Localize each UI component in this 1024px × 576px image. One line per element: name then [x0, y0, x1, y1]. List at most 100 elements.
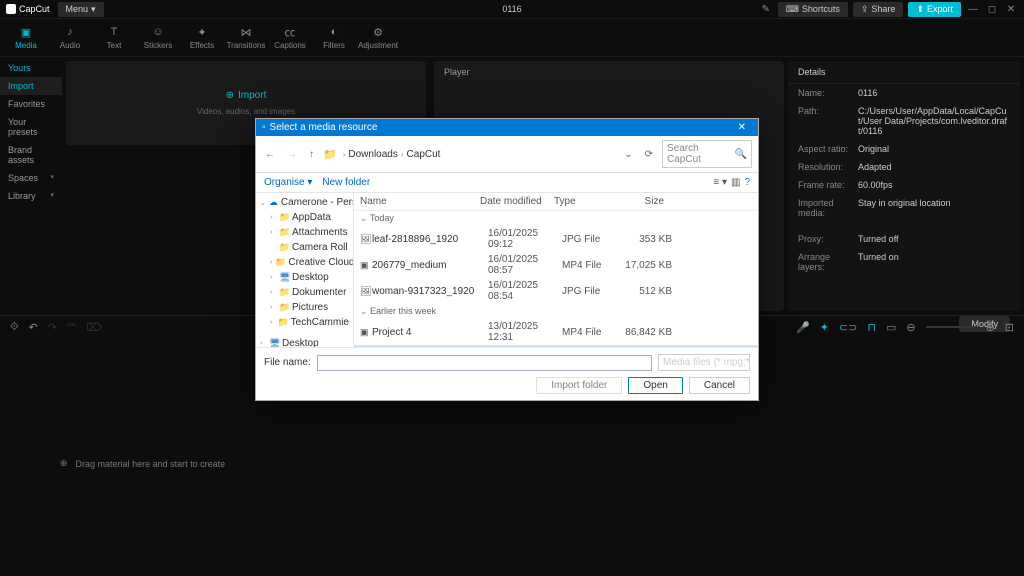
search-input[interactable]: Search CapCut🔍 [662, 140, 752, 168]
link-icon[interactable]: ⊂⊃ [839, 321, 857, 334]
title-bar: CapCut Menu ▾ 0116 ✎ ⌨ Shortcuts ⇪ Share… [0, 0, 1024, 19]
file-row[interactable]: ▣011313/01/2025 11:47MP4 File42,413 KB [354, 345, 758, 347]
preview-button[interactable]: ▥ [731, 177, 740, 188]
tree-node[interactable]: ›📁Creative Cloud Files [256, 255, 353, 270]
tool-stickers[interactable]: ☺Stickers [136, 23, 180, 52]
tool-adjustment[interactable]: ⚙Adjustment [356, 23, 400, 52]
undo-icon[interactable]: ↶ [29, 321, 38, 334]
folder-tree[interactable]: ⌄☁Camerone - Personal›📁AppData›📁Attachme… [256, 193, 354, 347]
tool-captions[interactable]: ㏄Captions [268, 23, 312, 52]
redo-icon[interactable]: ↷ [48, 321, 57, 334]
help-icon[interactable]: ? [744, 177, 750, 188]
export-button[interactable]: ⬆ Export [908, 2, 961, 17]
snap-icon[interactable]: ✦ [820, 321, 829, 334]
view-button[interactable]: ≡ ▾ [713, 177, 727, 188]
split-icon[interactable]: ⎃ [67, 321, 76, 334]
dialog-titlebar: ▫ Select a media resource ✕ [256, 119, 758, 136]
delete-icon[interactable]: ⌦ [86, 321, 102, 334]
plus-icon: ⊕ [60, 458, 68, 469]
stickers-icon: ☺ [151, 25, 165, 39]
feedback-icon[interactable]: ✎ [759, 4, 773, 15]
tree-node[interactable]: ›🖥Desktop [256, 336, 353, 347]
tab-yours[interactable]: Yours [0, 59, 62, 77]
project-title: 0116 [502, 4, 521, 14]
file-dialog: ▫ Select a media resource ✕ ← → ↑ 📁 ›Dow… [255, 118, 759, 401]
details-title: Details [788, 61, 1020, 84]
player-title: Player [434, 61, 784, 83]
tool-audio[interactable]: ♪Audio [48, 23, 92, 52]
app-logo: CapCut [6, 4, 50, 14]
search-icon: 🔍 [735, 149, 747, 160]
audio-icon: ♪ [63, 25, 77, 39]
tab-spaces[interactable]: Spaces▾ [0, 169, 62, 187]
magnet-icon[interactable]: ⊓ [867, 321, 876, 334]
file-row[interactable]: ▣Project 413/01/2025 12:31MP4 File86,842… [354, 319, 758, 345]
filename-input[interactable] [317, 355, 652, 371]
tool-text[interactable]: TText [92, 23, 136, 52]
tool-effects[interactable]: ✦Effects [180, 23, 224, 52]
nav-back-button[interactable]: ← [262, 149, 278, 160]
zoom-out-icon[interactable]: ⊖ [906, 321, 915, 334]
tree-node[interactable]: ›🖥Desktop [256, 270, 353, 285]
file-row[interactable]: 🖼woman-9317323_192016/01/2025 08:54JPG F… [354, 278, 758, 304]
list-group[interactable]: Earlier this week [354, 304, 758, 319]
details-panel: Details Name:0116 Path:C:/Users/User/App… [788, 61, 1020, 311]
tab-presets[interactable]: Your presets [0, 113, 62, 141]
tree-node[interactable]: ›📁Pictures [256, 300, 353, 315]
file-row[interactable]: 🖼leaf-2818896_192016/01/2025 09:12JPG Fi… [354, 226, 758, 252]
mic-icon[interactable]: 🎤 [796, 321, 810, 334]
dialog-close-button[interactable]: ✕ [732, 122, 752, 133]
maximize-button[interactable]: ◻ [985, 4, 999, 15]
transitions-icon: ⋈ [239, 25, 253, 39]
open-button[interactable]: Open [628, 377, 682, 394]
tree-node[interactable]: ›📁Attachments [256, 225, 353, 240]
text-icon: T [107, 25, 121, 39]
file-row[interactable]: ▣206779_medium16/01/2025 08:57MP4 File17… [354, 252, 758, 278]
import-folder-button[interactable]: Import folder [536, 377, 622, 394]
list-header[interactable]: Name Date modified Type Size [354, 193, 758, 211]
tool-media[interactable]: ▣Media [4, 23, 48, 52]
zoom-in-icon[interactable]: ⊕ [986, 321, 995, 334]
tab-brand[interactable]: Brand assets [0, 141, 62, 169]
ai-icon[interactable]: ⟐ [10, 321, 19, 334]
timeline-hint: ⊕Drag material here and start to create [20, 458, 1004, 469]
list-group[interactable]: Today [354, 211, 758, 226]
plus-icon: ⊕ [226, 90, 234, 101]
cancel-button[interactable]: Cancel [689, 377, 750, 394]
tree-node[interactable]: ⌄☁Camerone - Personal [256, 195, 353, 210]
tab-favorites[interactable]: Favorites [0, 95, 62, 113]
file-list[interactable]: Name Date modified Type Size Today🖼leaf-… [354, 193, 758, 347]
tree-node[interactable]: ›📁AppData [256, 210, 353, 225]
menu-button[interactable]: Menu ▾ [58, 2, 104, 17]
minimize-button[interactable]: — [966, 4, 980, 15]
import-hint: Videos, audios, and images [197, 107, 295, 116]
adjustment-icon: ⚙ [371, 25, 385, 39]
nav-up-button[interactable]: ↑ [306, 149, 317, 160]
newfolder-button[interactable]: New folder [322, 177, 370, 188]
tree-node[interactable]: ›📁Dokumenter [256, 285, 353, 300]
tool-transitions[interactable]: ⋈Transitions [224, 23, 268, 52]
shortcuts-button[interactable]: ⌨ Shortcuts [778, 2, 848, 17]
tree-node[interactable]: 📁Camera Roll [256, 240, 353, 255]
share-button[interactable]: ⇪ Share [853, 2, 904, 17]
effects-icon: ✦ [195, 25, 209, 39]
captions-icon: ㏄ [283, 25, 297, 39]
tab-import[interactable]: Import [0, 77, 62, 95]
preview-icon[interactable]: ▭ [886, 321, 896, 334]
logo-icon [6, 4, 16, 14]
filetype-select[interactable]: Media files (*.mpg;*.f4v;*.mov;*. [658, 354, 750, 371]
nav-forward-button[interactable]: → [284, 149, 300, 160]
tool-filters[interactable]: ◐Filters [312, 23, 356, 52]
tree-node[interactable]: ›📁TechCammie [256, 315, 353, 330]
breadcrumb[interactable]: ›Downloads›CapCut [343, 149, 616, 160]
tab-library[interactable]: Library▾ [0, 187, 62, 205]
media-sidebar: Yours Import Favorites Your presets Bran… [0, 57, 62, 315]
tool-row: ▣Media ♪Audio TText ☺Stickers ✦Effects ⋈… [0, 19, 1024, 57]
refresh-icon[interactable]: ⟳ [642, 149, 656, 160]
fit-icon[interactable]: ⊡ [1005, 321, 1014, 334]
media-icon: ▣ [19, 25, 33, 39]
close-button[interactable]: ✕ [1004, 4, 1018, 15]
path-dropdown-icon[interactable]: ⌄ [621, 149, 635, 160]
organise-button[interactable]: Organise ▾ [264, 177, 312, 188]
zoom-slider[interactable] [926, 326, 976, 328]
